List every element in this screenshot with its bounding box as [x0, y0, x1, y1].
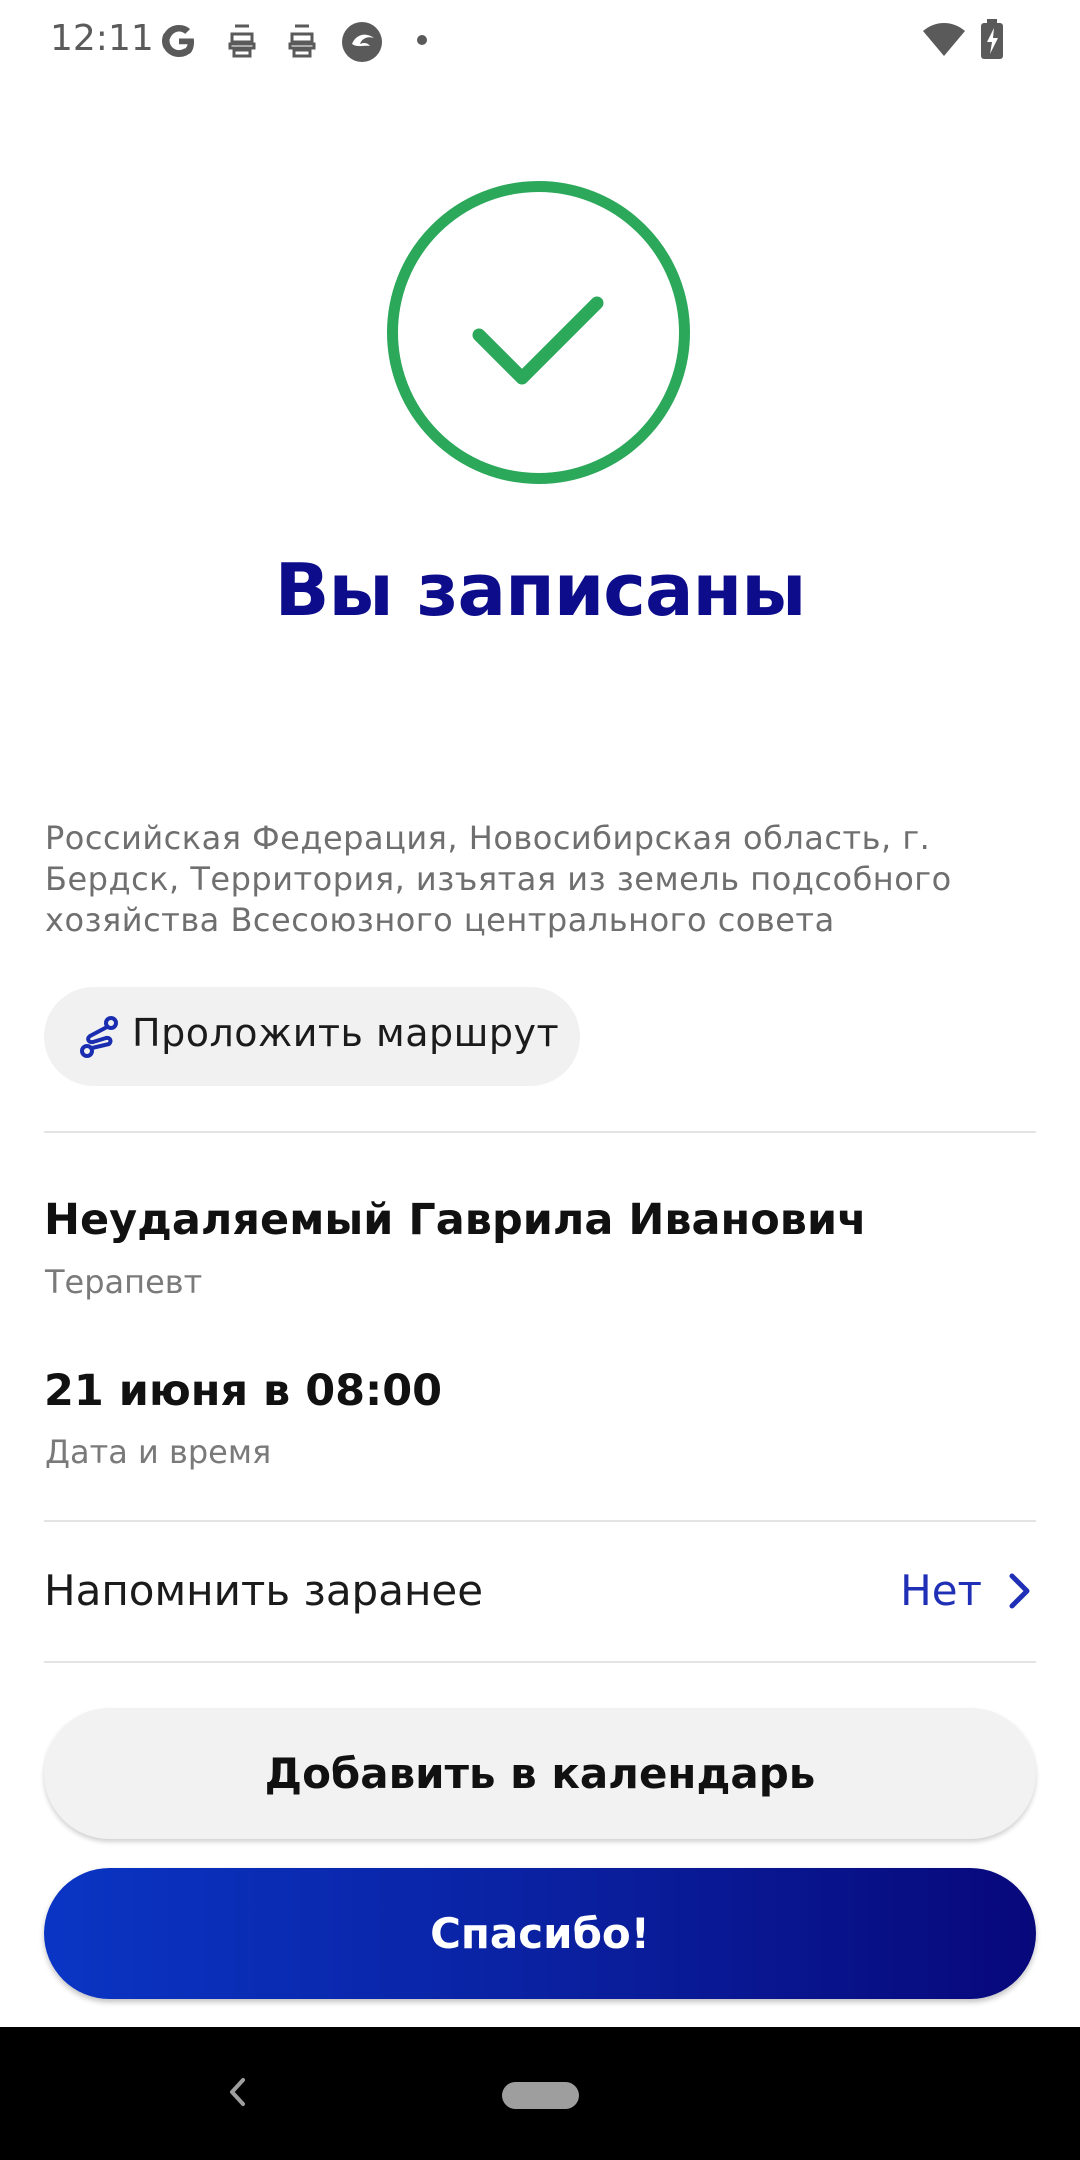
- reminder-row[interactable]: Напомнить заранее Нет: [0, 1524, 1080, 1660]
- route-button[interactable]: Проложить маршрут: [44, 987, 580, 1086]
- home-pill-icon[interactable]: [502, 2082, 579, 2109]
- app-icon: [342, 22, 382, 62]
- status-bar: 12:11: [0, 0, 1080, 80]
- appointment-datetime: 21 июня в 08:00: [44, 1366, 443, 1416]
- back-icon[interactable]: [222, 2067, 252, 2117]
- battery-charging-icon: [981, 19, 1003, 59]
- route-icon: [80, 1016, 118, 1058]
- divider: [44, 1661, 1036, 1663]
- thanks-button[interactable]: Спасибо!: [44, 1868, 1036, 1999]
- robot-icon: [228, 24, 256, 58]
- check-circle-icon: [386, 180, 691, 485]
- appointment-confirmation-screen: 12:11 Вы записаны Российская Федерация, …: [0, 0, 1080, 2160]
- divider: [44, 1520, 1036, 1522]
- doctor-specialty: Терапевт: [45, 1263, 203, 1301]
- dot-icon: [417, 35, 427, 45]
- route-button-label: Проложить маршрут: [132, 1011, 560, 1055]
- doctor-name: Неудаляемый Гаврила Иванович: [44, 1195, 867, 1245]
- divider: [44, 1131, 1036, 1133]
- status-time: 12:11: [50, 18, 154, 59]
- google-icon: [162, 25, 194, 57]
- chevron-right-icon: [1009, 1573, 1030, 1609]
- wifi-icon: [923, 23, 965, 56]
- add-to-calendar-button[interactable]: Добавить в календарь: [44, 1708, 1036, 1839]
- clinic-address: Российская Федерация, Новосибирская обла…: [45, 819, 952, 939]
- appointment-datetime-label: Дата и время: [45, 1433, 272, 1471]
- reminder-value: Нет: [900, 1566, 982, 1615]
- system-nav-bar: [0, 2027, 1080, 2160]
- reminder-label: Напомнить заранее: [44, 1566, 484, 1615]
- robot-icon: [288, 24, 316, 58]
- page-title: Вы записаны: [274, 548, 807, 632]
